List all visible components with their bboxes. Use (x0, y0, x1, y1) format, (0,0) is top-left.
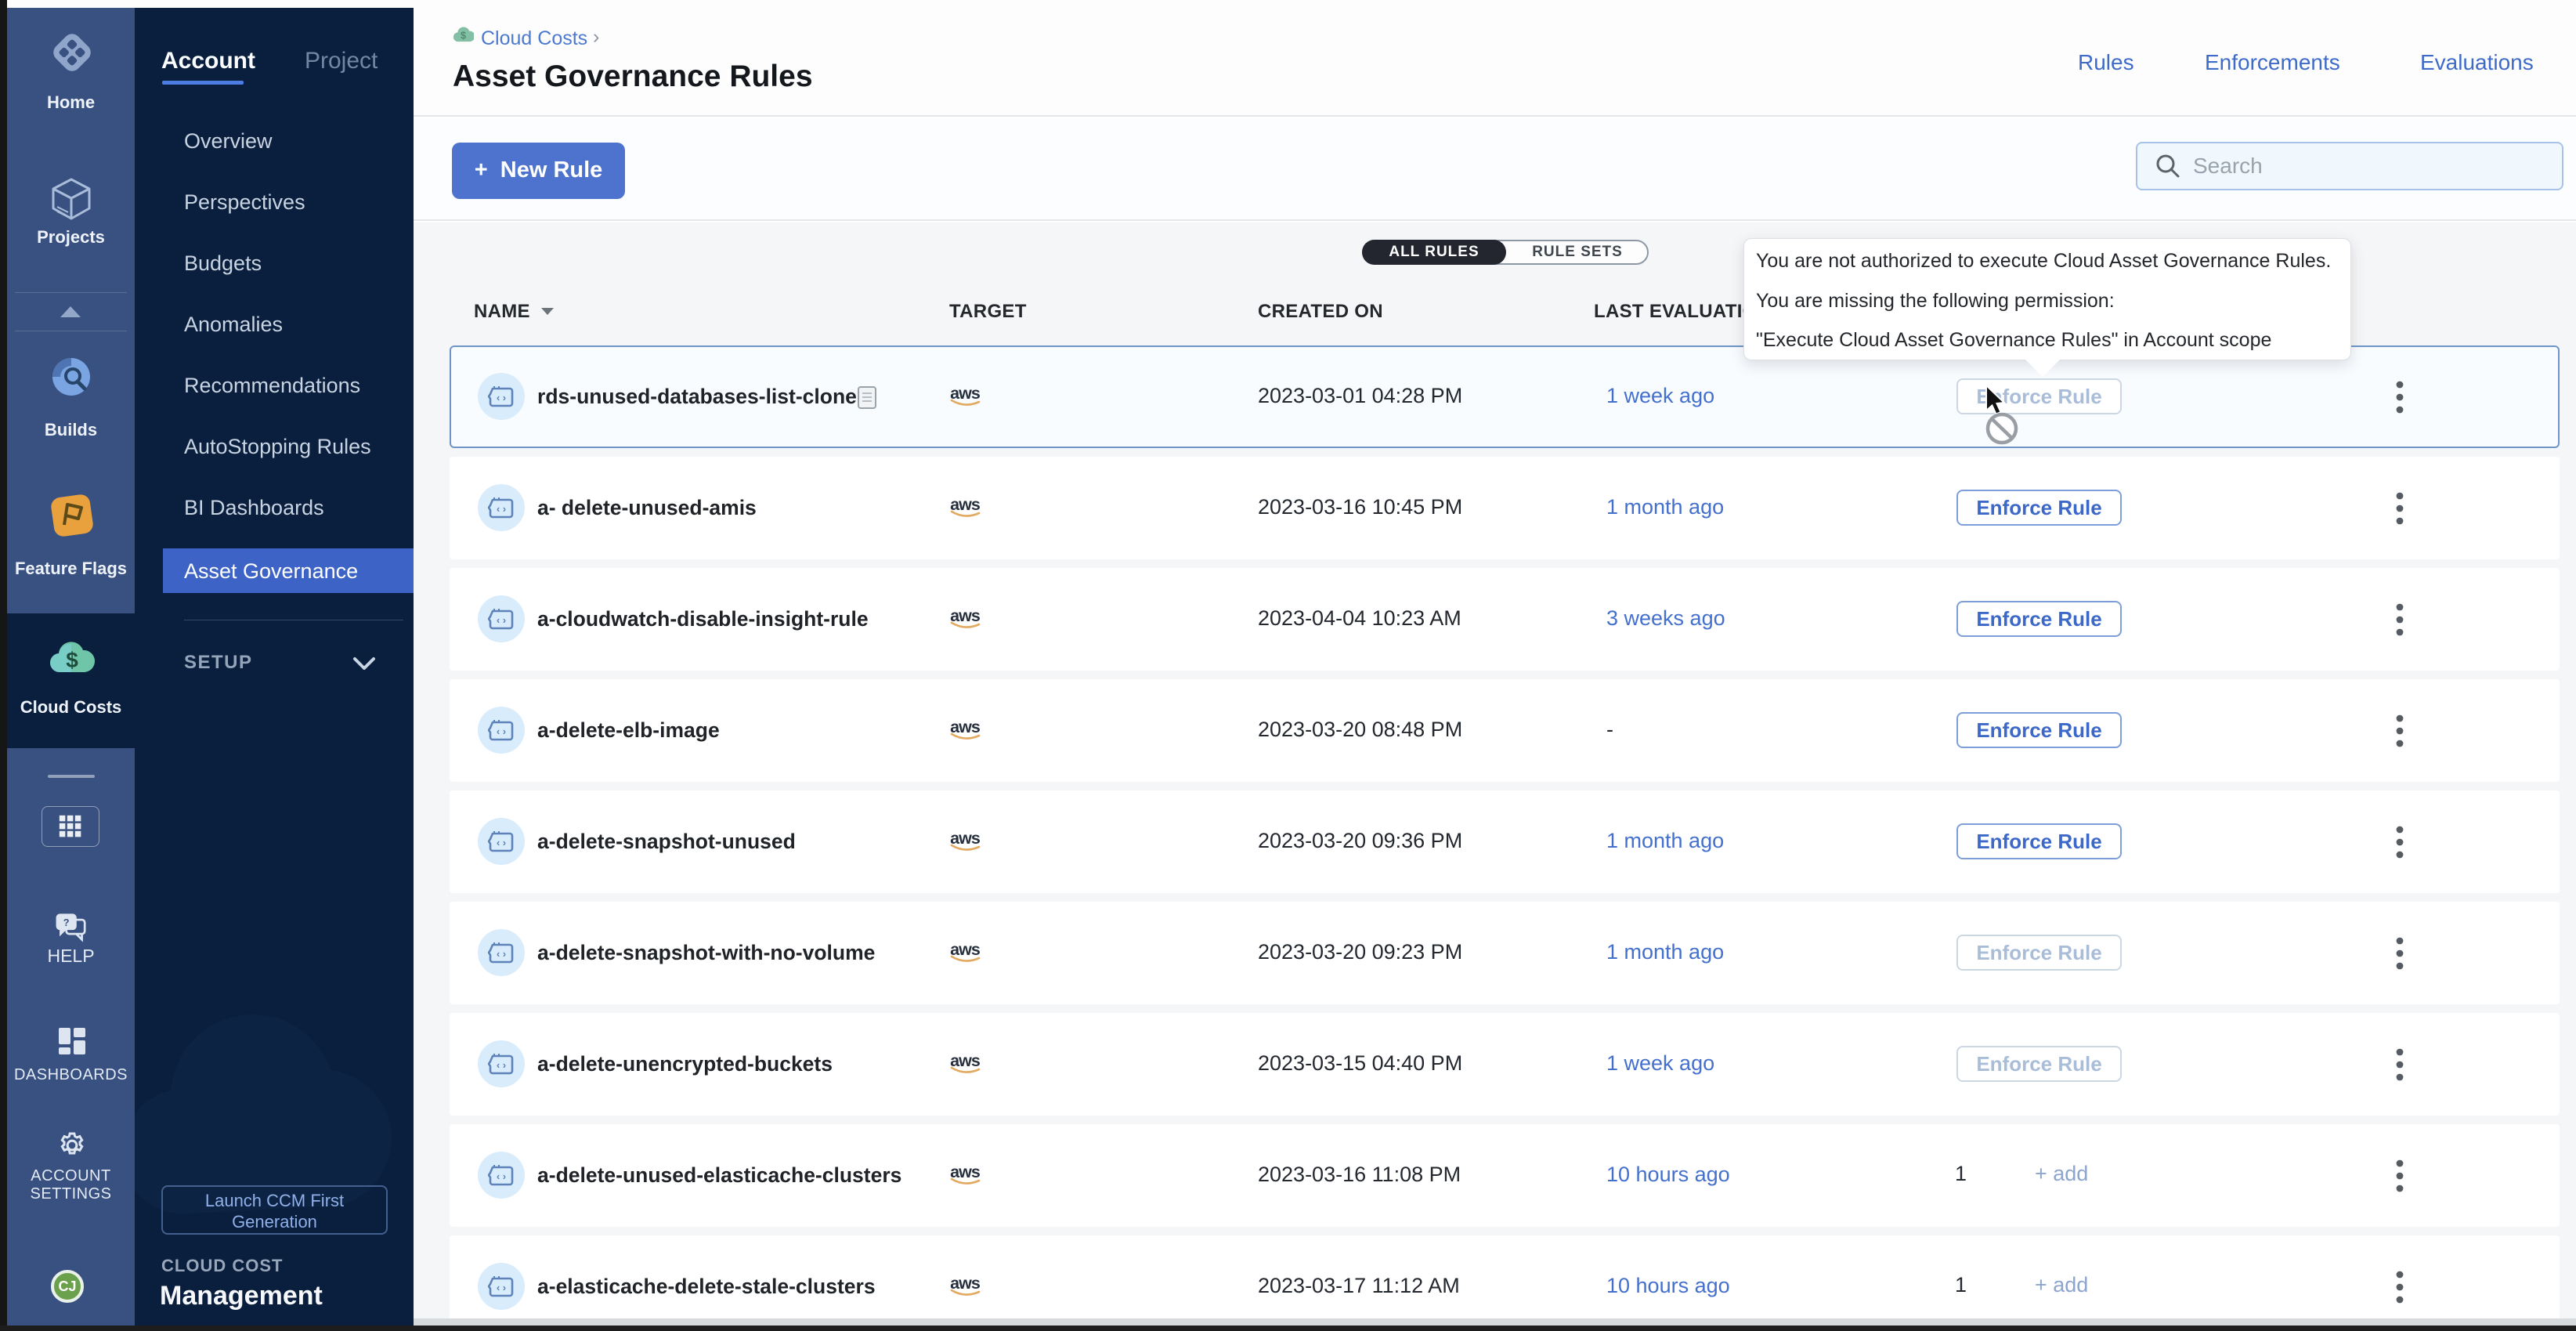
svg-text:‹›: ‹› (495, 726, 508, 738)
svg-text:aws: aws (950, 940, 981, 959)
svg-text:‹›: ‹› (495, 504, 508, 515)
svg-text:aws: aws (950, 1274, 981, 1293)
svg-text:aws: aws (950, 1163, 981, 1181)
svg-text:aws: aws (950, 1051, 981, 1070)
svg-text:aws: aws (950, 384, 981, 403)
svg-text:aws: aws (950, 718, 981, 736)
svg-text:aws: aws (950, 606, 981, 625)
svg-text:aws: aws (950, 495, 981, 514)
svg-text:$: $ (66, 648, 78, 672)
svg-text:‹›: ‹› (495, 1171, 508, 1183)
svg-text:?: ? (63, 917, 70, 928)
svg-text:‹›: ‹› (495, 392, 508, 404)
svg-text:‹›: ‹› (495, 837, 508, 849)
svg-text:‹›: ‹› (495, 1060, 508, 1072)
svg-text:aws: aws (950, 829, 981, 848)
svg-text:‹›: ‹› (495, 949, 508, 960)
svg-text:‹›: ‹› (495, 615, 508, 627)
svg-text:$: $ (461, 31, 466, 42)
svg-text:‹›: ‹› (495, 1282, 508, 1294)
